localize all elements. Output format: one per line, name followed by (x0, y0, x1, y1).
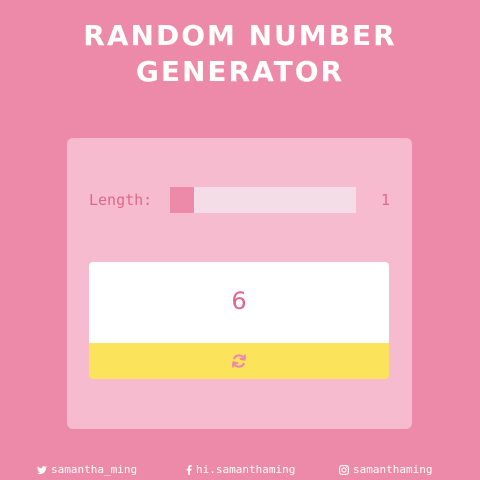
social-footer: samantha_ming hi.samanthaming samanthami… (0, 462, 480, 478)
length-slider[interactable] (170, 187, 356, 213)
length-value: 1 (381, 191, 391, 209)
random-number: 6 (231, 287, 247, 315)
title-line-1: RANDOM NUMBER (83, 19, 397, 52)
twitter-handle: samantha_ming (51, 463, 138, 476)
facebook-link[interactable]: hi.samanthaming (186, 462, 295, 478)
twitter-link[interactable]: samantha_ming (37, 462, 137, 478)
refresh-icon (232, 354, 246, 368)
length-control: Length: 1 (89, 187, 391, 213)
instagram-icon (339, 465, 349, 475)
slider-thumb[interactable] (170, 187, 194, 213)
instagram-link[interactable]: samanthaming (339, 462, 432, 478)
generate-button[interactable] (89, 343, 389, 379)
generator-card: Length: 1 6 (67, 138, 412, 429)
length-label: Length: (89, 191, 153, 209)
output-display: 6 (89, 262, 389, 343)
page-title: RANDOM NUMBER GENERATOR (0, 18, 480, 90)
title-line-2: GENERATOR (135, 55, 345, 88)
facebook-icon (186, 465, 192, 475)
facebook-handle: hi.samanthaming (196, 463, 296, 476)
instagram-handle: samanthaming (353, 463, 433, 476)
twitter-icon (37, 465, 47, 474)
